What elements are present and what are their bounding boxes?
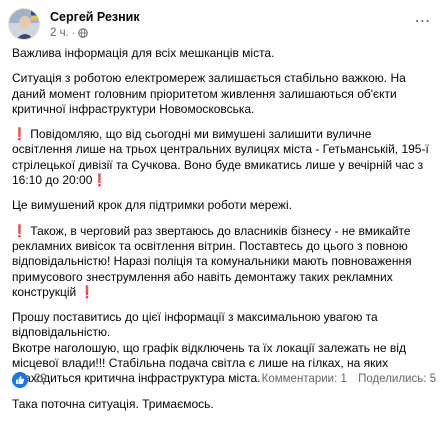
shares-count[interactable]: Поделились: 5	[358, 373, 436, 385]
post-text: Важлива інформація для всіх мешканців мі…	[12, 46, 430, 422]
post-stats: Комментарии: 1 Поделились: 5	[254, 373, 436, 385]
post-time[interactable]: 2 ч.	[50, 27, 69, 39]
likes-count[interactable]: 29	[34, 373, 47, 385]
paragraph-2: Ситуація з роботою електромереж залишаєт…	[12, 71, 406, 116]
paragraph-6a: Прошу поставитись до цієї інформації з м…	[12, 310, 378, 340]
paragraph-1: Важлива інформація для всіх мешканців мі…	[12, 46, 275, 60]
author-name[interactable]: Сергей Резник	[50, 10, 140, 24]
paragraph-3-text: Повідомляю, що від сьогодні ми вимушені …	[12, 127, 429, 188]
avatar[interactable]	[8, 8, 40, 40]
like-icon[interactable]	[12, 372, 28, 388]
exclamation-emoji-icon: ❗	[12, 223, 27, 238]
paragraph-3: ❗ Повідомляю, що від сьогодні ми вимушен…	[12, 127, 430, 188]
meta-separator: ·	[71, 28, 75, 38]
exclamation-emoji-icon: ❗	[79, 284, 95, 299]
exclamation-emoji-icon: ❗	[12, 127, 27, 142]
paragraph-5-text: Також, в черговий раз звертаюсь до власн…	[12, 223, 412, 299]
post-meta: 2 ч. ·	[50, 27, 88, 39]
post-card: Сергей Резник 2 ч. · ⋯ Важлива інформаці…	[0, 0, 448, 411]
globe-icon	[77, 28, 88, 38]
more-options-icon[interactable]: ⋯	[412, 12, 434, 32]
paragraph-6: Прошу поставитись до цієї інформації з м…	[12, 310, 430, 341]
post-footer: 29 Комментарии: 1 Поделились: 5	[12, 372, 436, 390]
paragraph-5: ❗ Також, в черговий раз звертаюсь до вла…	[12, 224, 430, 300]
comments-count[interactable]: Комментарии: 1	[262, 373, 347, 385]
paragraph-7: Така поточна ситуація. Тримаємось.	[12, 396, 214, 411]
post-header: Сергей Резник 2 ч. · ⋯	[8, 8, 440, 40]
paragraph-4: Це вимушений крок для підтримки роботи м…	[12, 198, 292, 213]
exclamation-emoji-icon: ❗	[92, 173, 108, 188]
